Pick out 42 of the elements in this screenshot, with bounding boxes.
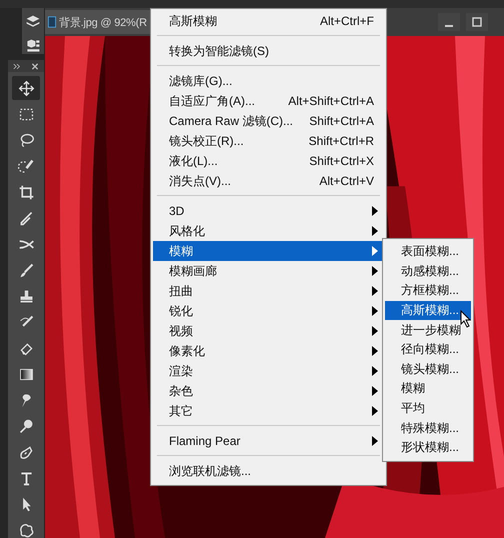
menu-item[interactable]: 径向模糊... (385, 340, 471, 360)
menu-item[interactable]: 形状模糊... (385, 438, 471, 458)
maximize-icon (471, 16, 483, 28)
menu-item[interactable]: 模糊 (153, 241, 384, 261)
minimize-icon (445, 25, 453, 27)
menu-item[interactable]: 特殊模糊... (385, 418, 471, 438)
document-title: 背景.jpg @ 92%(R (59, 16, 147, 30)
menu-item[interactable]: 动感模糊... (385, 262, 471, 282)
menu-item[interactable]: 高斯模糊 Alt+Ctrl+F (153, 11, 384, 31)
file-icon (48, 16, 56, 28)
menu-item[interactable]: 模糊 (385, 379, 471, 399)
menu-item[interactable]: 模糊画廊 (153, 261, 384, 281)
menu-item[interactable]: 渲染 (153, 361, 384, 381)
menu-item[interactable]: 其它 (153, 401, 384, 421)
maximize-button[interactable] (466, 13, 488, 31)
minimize-button[interactable] (438, 13, 460, 31)
menu-item[interactable]: 3D (153, 201, 384, 221)
menu-item[interactable]: 高斯模糊... (385, 300, 471, 320)
collapse-icon[interactable] (13, 62, 21, 70)
menu-item[interactable]: 镜头模糊... (385, 360, 471, 380)
pointer-cursor-icon (460, 310, 472, 328)
menu-item[interactable]: 转换为智能滤镜(S) (153, 41, 384, 61)
move-icon[interactable] (12, 76, 40, 100)
menu-item[interactable]: Camera Raw 滤镜(C)... Shift+Ctrl+A (153, 111, 384, 131)
menu-item[interactable]: 方框模糊... (385, 281, 471, 301)
menu-item[interactable]: 液化(L)... Shift+Ctrl+X (153, 151, 384, 171)
menu-item[interactable]: 像素化 (153, 341, 384, 361)
menu-item[interactable]: 锐化 (153, 301, 384, 321)
menu-item[interactable]: 扭曲 (153, 281, 384, 301)
menu-item[interactable]: 进一步模糊 (385, 320, 471, 340)
menu-item[interactable]: 杂色 (153, 381, 384, 401)
menu-item[interactable]: 视频 (153, 321, 384, 341)
menu-item[interactable]: 平均 (385, 398, 471, 418)
menu-item[interactable]: 风格化 (153, 221, 384, 241)
close-icon[interactable] (31, 62, 39, 70)
menu-item[interactable]: 表面模糊... (385, 242, 471, 262)
menu-item[interactable]: 镜头校正(R)... Shift+Ctrl+R (153, 131, 384, 151)
menu-item[interactable]: 自适应广角(A)... Alt+Shift+Ctrl+A (153, 91, 384, 111)
menu-item[interactable]: 滤镜库(G)... (153, 71, 384, 91)
menu-item[interactable]: Flaming Pear (153, 431, 384, 451)
menu-item[interactable]: 浏览联机滤镜... (153, 461, 384, 481)
menu-item[interactable]: 消失点(V)... Alt+Ctrl+V (153, 171, 384, 191)
